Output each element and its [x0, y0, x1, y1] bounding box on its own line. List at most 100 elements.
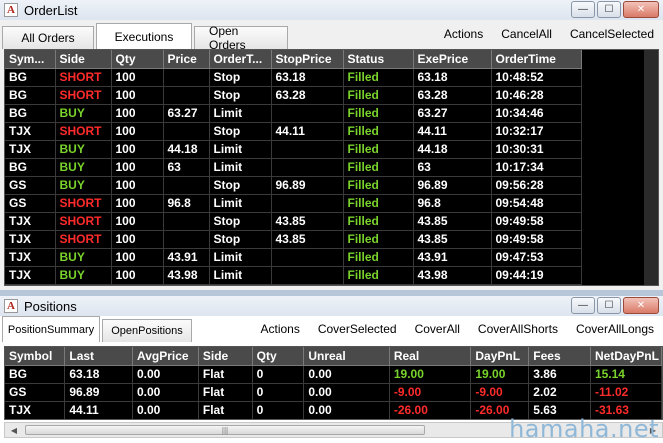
cell-ordertype: Limit: [209, 266, 272, 285]
col-header-ordertype[interactable]: OrderT...: [209, 50, 272, 69]
cell-netdaypnl: 15.14: [590, 365, 662, 384]
app-logo-icon: A: [4, 3, 18, 17]
col-header-qty[interactable]: Qty: [252, 347, 305, 366]
cell-symbol: BG: [5, 86, 56, 105]
orderlist-window: A OrderList — ☐ ✕ All Orders Executions …: [0, 0, 663, 290]
table-row[interactable]: GS SHORT 100 96.8 Limit Filled 96.8 09:54:48: [5, 194, 582, 213]
cell-price: 63: [163, 158, 210, 177]
cell-ordertype: Limit: [209, 194, 272, 213]
col-header-daypnl[interactable]: DayPnL: [470, 347, 530, 366]
table-row[interactable]: GS BUY 100 Stop 96.89 Filled 96.89 09:56:28: [5, 176, 582, 195]
cell-exeprice: 44.18: [413, 140, 492, 159]
table-row[interactable]: BG BUY 100 63 Limit Filled 63 10:17:34: [5, 158, 582, 177]
table-row[interactable]: BG BUY 100 63.27 Limit Filled 63.27 10:34:46: [5, 104, 582, 123]
cell-symbol: TJX: [5, 266, 56, 285]
col-header-symbol[interactable]: Symbol: [5, 347, 66, 366]
cell-ordertype: Limit: [209, 248, 272, 267]
cell-status: Filled: [343, 122, 414, 141]
cell-stopprice: [271, 104, 344, 123]
cell-side: BUY: [55, 158, 112, 177]
table-row[interactable]: TJX BUY 100 43.91 Limit Filled 43.91 09:47:53: [5, 248, 582, 267]
col-header-ordertime[interactable]: OrderTime: [491, 50, 582, 69]
actions-menu[interactable]: Actions: [435, 24, 492, 44]
cancel-all-button[interactable]: CancelAll: [492, 24, 561, 44]
table-row[interactable]: TJX BUY 100 43.98 Limit Filled 43.98 09:44:19: [5, 266, 582, 285]
scroll-left-icon[interactable]: ◀: [7, 424, 21, 436]
cover-all-button[interactable]: CoverAll: [406, 319, 469, 339]
cell-stopprice: [271, 194, 344, 213]
cell-price: 43.91: [163, 248, 210, 267]
orderlist-actions: Actions CancelAll CancelSelected: [435, 24, 663, 44]
table-row[interactable]: BG 63.18 0.00 Flat 0 0.00 19.00 19.00 3.86 15.14: [5, 365, 662, 384]
col-header-price[interactable]: Price: [163, 50, 210, 69]
cell-side: BUY: [55, 176, 112, 195]
tab-open-orders[interactable]: Open Orders: [194, 24, 288, 52]
cell-symbol: BG: [5, 104, 56, 123]
orderlist-titlebar[interactable]: A OrderList — ☐ ✕: [0, 0, 663, 20]
cell-exeprice: 63.18: [413, 68, 492, 87]
cover-selected-button[interactable]: CoverSelected: [309, 319, 406, 339]
cell-status: Filled: [343, 212, 414, 231]
col-header-real[interactable]: Real: [389, 347, 472, 366]
positions-actions: Actions CoverSelected CoverAll CoverAllS…: [251, 319, 663, 339]
col-header-fees[interactable]: Fees: [528, 347, 591, 366]
minimize-icon[interactable]: —: [571, 1, 595, 18]
tab-executions[interactable]: Executions: [96, 23, 192, 49]
cell-unreal: 0.00: [303, 401, 390, 419]
cancel-selected-button[interactable]: CancelSelected: [561, 24, 663, 44]
maximize-icon[interactable]: ☐: [597, 297, 621, 314]
col-header-side[interactable]: Side: [55, 50, 112, 69]
col-header-qty[interactable]: Qty: [111, 50, 164, 69]
cell-symbol: TJX: [5, 212, 56, 231]
minimize-icon[interactable]: —: [571, 297, 595, 314]
col-header-exeprice[interactable]: ExePrice: [413, 50, 492, 69]
orders-table: Sym... Side Qty Price OrderT... StopPric…: [4, 49, 659, 286]
cell-daypnl: 19.00: [470, 365, 530, 384]
tab-all-orders[interactable]: All Orders: [2, 26, 94, 49]
table-row[interactable]: GS 96.89 0.00 Flat 0 0.00 -9.00 -9.00 2.02 -11.02: [5, 383, 662, 402]
close-icon[interactable]: ✕: [623, 1, 659, 18]
cover-all-shorts-button[interactable]: CoverAllShorts: [469, 319, 567, 339]
positions-table: Symbol Last AvgPrice Side Qty Unreal Rea…: [4, 346, 663, 420]
scrollbar-thumb[interactable]: |||: [25, 425, 425, 435]
col-header-last[interactable]: Last: [64, 347, 133, 366]
tab-position-summary[interactable]: PositionSummary: [2, 316, 100, 342]
positions-tabbar: PositionSummary OpenPositions Actions Co…: [0, 316, 663, 342]
maximize-icon[interactable]: ☐: [597, 1, 621, 18]
table-row[interactable]: TJX SHORT 100 Stop 43.85 Filled 43.85 09:49:58: [5, 230, 582, 249]
positions-titlebar[interactable]: A Positions — ☐ ✕: [0, 296, 663, 316]
table-row[interactable]: TJX SHORT 100 Stop 44.11 Filled 44.11 10:32:17: [5, 122, 582, 141]
col-header-stopprice[interactable]: StopPrice: [271, 50, 344, 69]
col-header-side[interactable]: Side: [198, 347, 253, 366]
cell-stopprice: [271, 140, 344, 159]
cell-status: Filled: [343, 140, 414, 159]
col-header-avgprice[interactable]: AvgPrice: [132, 347, 199, 366]
cell-symbol: TJX: [5, 140, 56, 159]
col-header-symbol[interactable]: Sym...: [5, 50, 56, 69]
actions-menu[interactable]: Actions: [251, 319, 308, 339]
cell-side: SHORT: [55, 194, 112, 213]
cell-symbol: TJX: [5, 248, 56, 267]
table-row[interactable]: TJX SHORT 100 Stop 43.85 Filled 43.85 09:49:58: [5, 212, 582, 231]
cover-all-longs-button[interactable]: CoverAllLongs: [567, 319, 663, 339]
table-row[interactable]: BG SHORT 100 Stop 63.18 Filled 63.18 10:48:52: [5, 68, 582, 87]
table-row[interactable]: TJX BUY 100 44.18 Limit Filled 44.18 10:30:31: [5, 140, 582, 159]
cell-status: Filled: [343, 104, 414, 123]
col-header-netdaypnl[interactable]: NetDayPnL: [590, 347, 662, 366]
col-header-status[interactable]: Status: [343, 50, 414, 69]
orders-vertical-scrollbar[interactable]: [644, 50, 658, 285]
cell-stopprice: 43.85: [271, 212, 344, 231]
close-icon[interactable]: ✕: [623, 297, 659, 314]
col-header-unreal[interactable]: Unreal: [303, 347, 390, 366]
orders-header-row: Sym... Side Qty Price OrderT... StopPric…: [5, 50, 582, 69]
cell-qty: 100: [111, 194, 164, 213]
cell-price: [163, 68, 210, 87]
cell-price: 63.27: [163, 104, 210, 123]
cell-status: Filled: [343, 230, 414, 249]
cell-stopprice: 96.89: [271, 176, 344, 195]
table-row[interactable]: BG SHORT 100 Stop 63.28 Filled 63.28 10:46:28: [5, 86, 582, 105]
tab-open-positions[interactable]: OpenPositions: [102, 319, 192, 342]
cell-avgprice: 0.00: [132, 383, 199, 402]
cell-last: 44.11: [64, 401, 133, 419]
cell-price: 43.98: [163, 266, 210, 285]
